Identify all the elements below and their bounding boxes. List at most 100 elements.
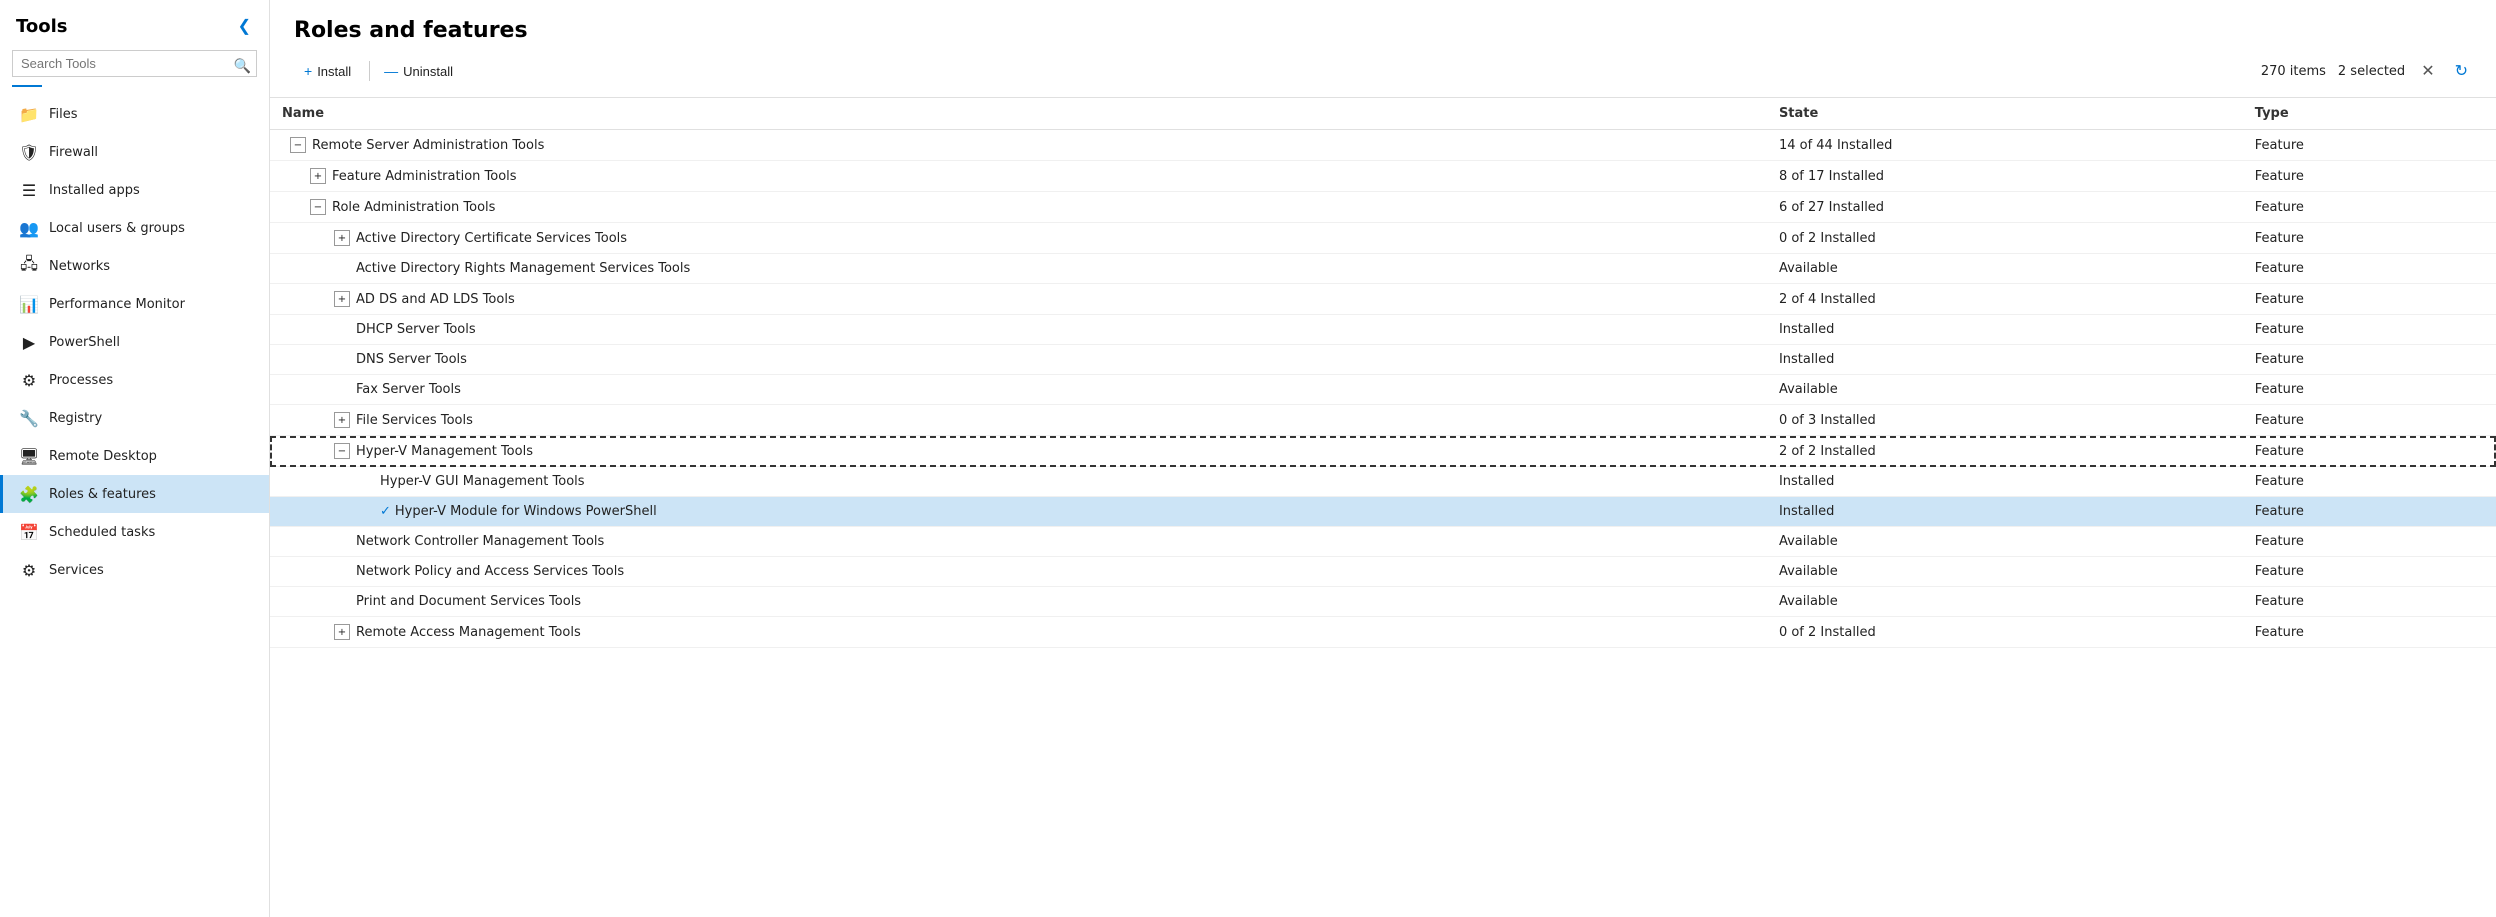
registry-icon: 🔧 xyxy=(19,408,39,428)
table-row[interactable]: −Hyper-V Management Tools2 of 2 Installe… xyxy=(270,436,2496,467)
search-button[interactable]: 🔍 xyxy=(234,57,251,74)
table-row[interactable]: Network Controller Management ToolsAvail… xyxy=(270,527,2496,557)
cell-name: + AD DS and AD LDS Tools xyxy=(270,284,1767,315)
sidebar-item-scheduled-tasks[interactable]: 📅Scheduled tasks xyxy=(0,513,269,551)
cell-state: 0 of 2 Installed xyxy=(1767,223,2243,254)
expand-button[interactable]: + xyxy=(334,230,350,246)
main-content: Roles and features + Install — Uninstall… xyxy=(270,0,2496,917)
sidebar-item-services[interactable]: ⚙ Services xyxy=(0,551,269,589)
expand-button[interactable]: + xyxy=(334,291,350,307)
sidebar-title: Tools xyxy=(16,16,68,37)
cell-name: + File Services Tools xyxy=(270,405,1767,436)
cell-name: Network Controller Management Tools xyxy=(270,527,1767,557)
sidebar-item-installed-apps[interactable]: ☰Installed apps xyxy=(0,171,269,209)
items-count: 270 items xyxy=(2261,64,2326,79)
cell-type: Feature xyxy=(2243,436,2496,467)
cell-type: Feature xyxy=(2243,315,2496,345)
cell-state: 8 of 17 Installed xyxy=(1767,161,2243,192)
table-row[interactable]: +Feature Administration Tools8 of 17 Ins… xyxy=(270,161,2496,192)
sidebar-item-label-powershell: PowerShell xyxy=(49,335,120,350)
sidebar-item-label-services: Services xyxy=(49,563,104,578)
cell-name: Fax Server Tools xyxy=(270,375,1767,405)
uninstall-label: Uninstall xyxy=(403,64,453,79)
sidebar-collapse-button[interactable]: ❮ xyxy=(232,14,257,38)
uninstall-button[interactable]: — Uninstall xyxy=(374,57,467,85)
sidebar-item-registry[interactable]: 🔧 Registry xyxy=(0,399,269,437)
sidebar-item-networks[interactable]: 🖧Networks xyxy=(0,247,269,285)
row-name-text: Fax Server Tools xyxy=(356,382,461,397)
table-row[interactable]: ✓ Hyper-V Module for Windows PowerShellI… xyxy=(270,497,2496,527)
cell-state: 2 of 4 Installed xyxy=(1767,284,2243,315)
cell-type: Feature xyxy=(2243,557,2496,587)
selected-count: 2 selected xyxy=(2338,64,2405,79)
table-row[interactable]: Hyper-V GUI Management ToolsInstalledFea… xyxy=(270,467,2496,497)
row-name-text: DHCP Server Tools xyxy=(356,322,476,337)
search-input[interactable] xyxy=(12,50,257,77)
table-row[interactable]: DHCP Server Tools InstalledFeature xyxy=(270,315,2496,345)
collapse-button[interactable]: − xyxy=(334,443,350,459)
remote-desktop-icon: 🖥 xyxy=(19,446,39,466)
table-row[interactable]: Active Directory Rights Management Servi… xyxy=(270,254,2496,284)
table-row[interactable]: +Active Directory Certificate Services T… xyxy=(270,223,2496,254)
sidebar-item-label-firewall: Firewall xyxy=(49,145,98,160)
table-row[interactable]: Fax Server ToolsAvailableFeature xyxy=(270,375,2496,405)
networks-icon: 🖧 xyxy=(19,256,39,276)
sidebar-item-processes[interactable]: ⚙Processes xyxy=(0,361,269,399)
sidebar-item-label-roles-features: Roles & features xyxy=(49,487,156,502)
cell-name: DHCP Server Tools xyxy=(270,315,1767,345)
table-row[interactable]: +File Services Tools0 of 3 InstalledFeat… xyxy=(270,405,2496,436)
col-name: Name xyxy=(270,98,1767,130)
sidebar-item-firewall[interactable]: 🛡 Firewall xyxy=(0,133,269,171)
table-row[interactable]: +AD DS and AD LDS Tools2 of 4 InstalledF… xyxy=(270,284,2496,315)
table-row[interactable]: −Remote Server Administration Tools14 of… xyxy=(270,130,2496,161)
table-row[interactable]: Print and Document Services ToolsAvailab… xyxy=(270,587,2496,617)
table-row[interactable]: +Remote Access Management Tools0 of 2 In… xyxy=(270,617,2496,648)
sidebar-nav: 📁Files 🛡 Firewall ☰Installed apps👥Local use… xyxy=(0,95,269,917)
clear-selection-button[interactable]: ✕ xyxy=(2417,59,2438,83)
toolbar-separator xyxy=(369,61,370,81)
cell-type: Feature xyxy=(2243,467,2496,497)
collapse-button[interactable]: − xyxy=(290,137,306,153)
sidebar-item-label-processes: Processes xyxy=(49,373,113,388)
row-name-text: AD DS and AD LDS Tools xyxy=(356,292,515,307)
cell-state: Installed xyxy=(1767,345,2243,375)
cell-name: Network Policy and Access Services Tools xyxy=(270,557,1767,587)
row-name-text: Role Administration Tools xyxy=(332,200,495,215)
collapse-button[interactable]: − xyxy=(310,199,326,215)
col-type: Type xyxy=(2243,98,2496,130)
row-name-text: DNS Server Tools xyxy=(356,352,467,367)
firewall-icon: 🛡 xyxy=(19,142,39,162)
cell-name: −Role Administration Tools xyxy=(270,192,1767,223)
toolbar-right: 270 items 2 selected ✕ ↻ xyxy=(2261,59,2472,83)
sidebar-item-performance[interactable]: 📊Performance Monitor xyxy=(0,285,269,323)
cell-type: Feature xyxy=(2243,375,2496,405)
sidebar-item-label-registry: Registry xyxy=(49,411,102,426)
sidebar-item-powershell[interactable]: ▶PowerShell xyxy=(0,323,269,361)
expand-button[interactable]: + xyxy=(334,624,350,640)
sidebar-item-roles-features[interactable]: 🧩Roles & features xyxy=(0,475,269,513)
main-header: Roles and features + Install — Uninstall… xyxy=(270,0,2496,98)
expand-button[interactable]: + xyxy=(310,168,326,184)
cell-state: Installed xyxy=(1767,315,2243,345)
sidebar-item-label-files: Files xyxy=(49,107,78,122)
refresh-button[interactable]: ↻ xyxy=(2451,59,2472,83)
cell-state: Available xyxy=(1767,254,2243,284)
table-row[interactable]: −Role Administration Tools6 of 27 Instal… xyxy=(270,192,2496,223)
table-row[interactable]: DNS Server ToolsInstalledFeature xyxy=(270,345,2496,375)
cell-state: 2 of 2 Installed xyxy=(1767,436,2243,467)
cell-name: −Hyper-V Management Tools xyxy=(270,436,1767,467)
services-icon: ⚙ xyxy=(19,560,39,580)
sidebar-item-remote-desktop[interactable]: 🖥Remote Desktop xyxy=(0,437,269,475)
sidebar-item-files[interactable]: 📁Files xyxy=(0,95,269,133)
cell-name: Hyper-V GUI Management Tools xyxy=(270,467,1767,497)
sidebar-item-local-users[interactable]: 👥Local users & groups xyxy=(0,209,269,247)
cell-type: Feature xyxy=(2243,527,2496,557)
sidebar: Tools ❮ 🔍 📁Files 🛡 Firewall ☰Installed apps… xyxy=(0,0,270,917)
row-name-text: File Services Tools xyxy=(356,413,473,428)
install-button[interactable]: + Install xyxy=(294,57,365,85)
cell-name: +Active Directory Certificate Services T… xyxy=(270,223,1767,254)
toolbar: + Install — Uninstall 270 items 2 select… xyxy=(294,57,2472,85)
collapse-icon: ❮ xyxy=(238,18,251,35)
expand-button[interactable]: + xyxy=(334,412,350,428)
table-row[interactable]: Network Policy and Access Services Tools… xyxy=(270,557,2496,587)
